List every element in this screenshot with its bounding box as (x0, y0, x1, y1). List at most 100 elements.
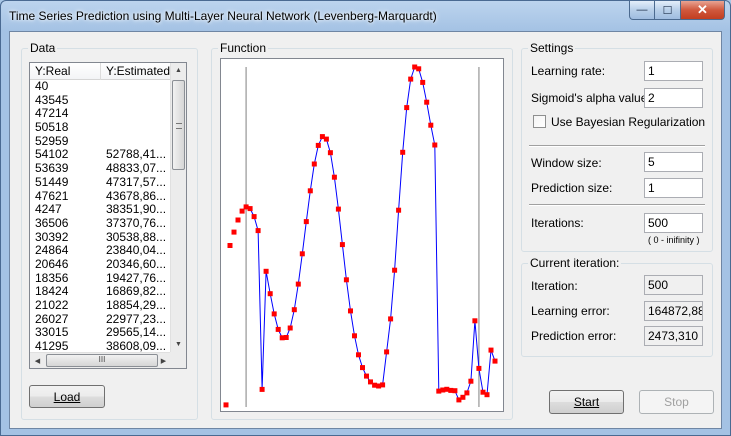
close-button[interactable]: ✕ (681, 1, 725, 20)
data-point (464, 390, 470, 396)
data-point (267, 291, 273, 297)
cell-y-estimated: 20346,60... (106, 257, 167, 271)
data-point (364, 373, 369, 379)
table-row[interactable]: 18424 16869,82... (30, 285, 171, 299)
load-button-label: Load (53, 389, 81, 404)
table-row[interactable]: 52959 (30, 135, 171, 149)
data-point (311, 161, 317, 167)
data-listview[interactable]: Y:Real Y:Estimated 40 43545 47214 50518 5295… (29, 62, 187, 369)
cell-y-real: 24864 (35, 244, 69, 258)
window-size-label: Window size: (531, 156, 602, 170)
scroll-left-arrow-icon[interactable]: ◀ (30, 353, 45, 368)
data-point (380, 382, 386, 388)
table-row[interactable]: 20646 20346,60... (30, 258, 171, 272)
data-point (424, 99, 430, 105)
table-row[interactable]: 21022 18854,29... (30, 299, 171, 313)
cell-y-estimated: 19427,76... (106, 271, 167, 285)
data-point (247, 206, 253, 212)
bayesian-checkbox[interactable] (533, 115, 546, 128)
cell-y-estimated (101, 94, 171, 108)
caption-buttons: — ☐ ✕ (629, 1, 725, 21)
data-point (291, 307, 297, 313)
data-point (255, 228, 261, 234)
table-row[interactable]: 51449 47317,57... (30, 176, 171, 190)
bayesian-label: Use Bayesian Regularization (551, 115, 706, 129)
stop-button[interactable]: Stop (639, 390, 714, 414)
minimize-button[interactable]: — (629, 1, 655, 20)
cell-y-estimated (101, 80, 171, 94)
cell-y-real: 47214 (35, 107, 69, 121)
cell-y-estimated (101, 107, 171, 121)
data-point (259, 386, 265, 392)
table-row[interactable]: 18356 19427,76... (30, 272, 171, 286)
prediction-size-input[interactable]: 1 (644, 178, 703, 198)
start-button[interactable]: Start (549, 390, 624, 414)
window-size-input[interactable]: 5 (644, 152, 703, 172)
table-row[interactable]: 26027 22977,23... (30, 313, 171, 327)
load-button[interactable]: Load (29, 385, 105, 408)
sigmoid-alpha-input[interactable]: 2 (644, 88, 703, 108)
learning-rate-input[interactable]: 1 (644, 61, 703, 81)
data-point (484, 392, 490, 398)
table-row[interactable]: 54102 52788,41... (30, 148, 171, 162)
scroll-right-arrow-icon[interactable]: ▶ (156, 353, 171, 368)
cell-y-real: 52959 (35, 134, 69, 148)
function-chart-svg (223, 64, 498, 408)
horizontal-scrollbar[interactable]: ◀ III ▶ (30, 352, 171, 368)
cell-y-real: 53639 (35, 162, 69, 176)
sigmoid-alpha-label: Sigmoid's alpha value: (531, 91, 651, 105)
data-point (360, 365, 365, 371)
data-point (492, 358, 498, 364)
data-point (420, 79, 426, 85)
table-row[interactable]: 47214 (30, 107, 171, 121)
data-point (476, 365, 482, 371)
table-row[interactable]: 53639 48833,07... (30, 162, 171, 176)
data-point (460, 394, 466, 400)
data-point (408, 76, 414, 82)
cell-y-estimated (101, 121, 171, 135)
function-chart (220, 58, 504, 412)
scroll-up-arrow-icon[interactable]: ▲ (171, 63, 186, 78)
iteration-label: Iteration: (531, 279, 578, 293)
data-point (327, 150, 333, 156)
table-row[interactable]: 36506 37370,76... (30, 217, 171, 231)
cell-y-estimated: 38351,90... (106, 203, 167, 217)
maximize-button[interactable]: ☐ (655, 1, 681, 20)
table-row[interactable]: 47621 43678,86... (30, 190, 171, 204)
window-title: Time Series Prediction using Multi-Layer… (9, 9, 437, 23)
data-point (295, 281, 301, 287)
data-point (388, 316, 394, 322)
table-row[interactable]: 43545 (30, 94, 171, 108)
cell-y-real: 51449 (35, 175, 69, 189)
table-row[interactable]: 30392 30538,88... (30, 231, 171, 245)
vertical-scrollbar[interactable]: ▲ ▼ (170, 63, 186, 352)
settings-separator-2 (529, 204, 705, 206)
start-button-label: Start (573, 395, 600, 409)
iterations-input[interactable]: 500 (644, 213, 703, 233)
data-point (416, 66, 422, 72)
hscroll-thumb[interactable]: III (46, 354, 158, 367)
cell-y-estimated: 18854,29... (106, 299, 167, 312)
table-row[interactable]: 24864 23840,04... (30, 244, 171, 258)
iterations-hint: ( 0 - inifinity ) (648, 235, 700, 245)
settings-separator-1 (529, 145, 705, 147)
column-header-y-real[interactable]: Y:Real (30, 63, 101, 80)
data-point (227, 243, 233, 248)
data-point (452, 388, 458, 394)
cell-y-real: 18356 (35, 271, 69, 285)
title-bar[interactable]: Time Series Prediction using Multi-Layer… (1, 1, 730, 31)
learning-error-label: Learning error: (531, 304, 610, 318)
data-point (404, 105, 410, 111)
table-row[interactable]: 50518 (30, 121, 171, 135)
data-point (400, 149, 406, 155)
scroll-thumb[interactable] (172, 80, 185, 170)
cell-y-real: 47621 (35, 189, 69, 203)
table-row[interactable]: 33015 29565,14... (30, 326, 171, 340)
table-row[interactable]: 40 (30, 80, 171, 94)
column-header-y-estimated[interactable]: Y:Estimated (101, 63, 171, 80)
scroll-down-arrow-icon[interactable]: ▼ (171, 337, 186, 352)
table-row[interactable]: 4247 38351,90... (30, 203, 171, 217)
scrollbar-corner (170, 352, 186, 368)
cell-y-estimated (101, 135, 171, 149)
data-point (468, 378, 474, 384)
